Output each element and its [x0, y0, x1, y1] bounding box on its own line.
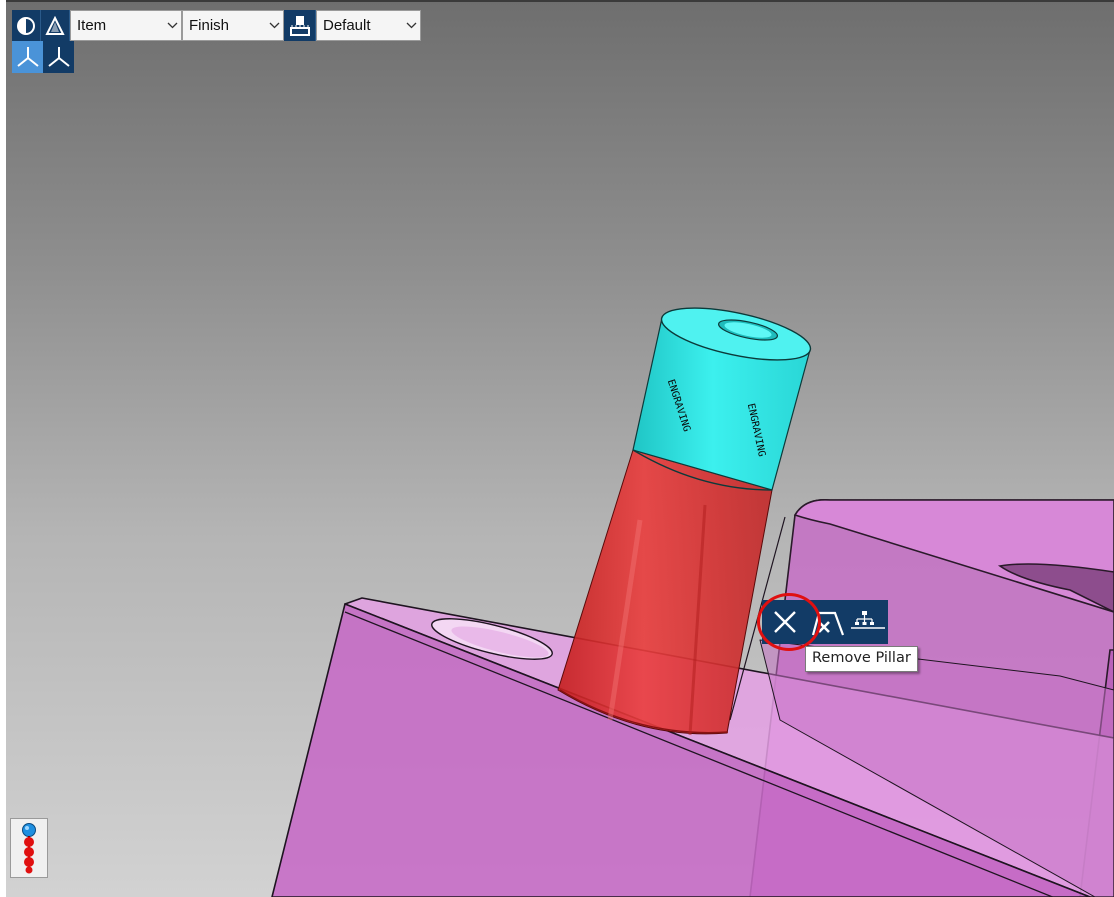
pillar-stack-icon: [22, 823, 36, 874]
axis-view-toolbar: [12, 41, 74, 73]
pillar-action-palette: [762, 600, 888, 644]
default-dropdown-value: Default: [323, 17, 371, 34]
item-dropdown-value: Item: [77, 17, 107, 34]
transparency-icon[interactable]: [41, 10, 70, 41]
remove-sketch-icon[interactable]: [808, 600, 848, 644]
finish-dropdown-value: Finish: [189, 17, 230, 34]
chevron-down-icon: [402, 22, 420, 29]
axis-view-2-icon[interactable]: [43, 41, 74, 73]
pillar-tree-icon[interactable]: [848, 600, 888, 644]
item-dropdown[interactable]: Item: [70, 10, 182, 41]
chevron-down-icon: [265, 22, 283, 29]
pillar-stack-widget[interactable]: [10, 818, 48, 878]
finish-dropdown[interactable]: Finish: [182, 10, 284, 41]
remove-pillar-icon[interactable]: [762, 600, 808, 644]
remove-pillar-tooltip: Remove Pillar: [805, 646, 918, 672]
axis-view-1-icon[interactable]: [12, 41, 43, 73]
chevron-down-icon: [163, 22, 181, 29]
view-toolbar: Item Finish Default: [12, 10, 421, 41]
view-plane-icon[interactable]: [284, 10, 316, 41]
3d-viewport[interactable]: ENGRAVING ENGRAVING: [0, 0, 1114, 897]
shade-icon[interactable]: [12, 10, 41, 41]
default-dropdown[interactable]: Default: [316, 10, 421, 41]
